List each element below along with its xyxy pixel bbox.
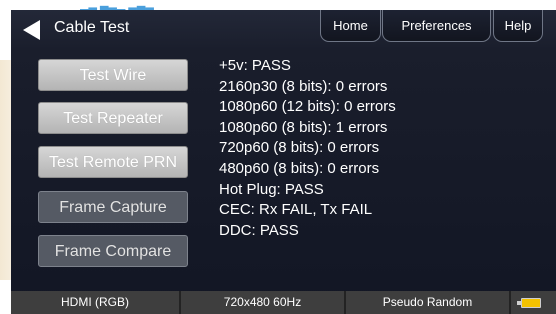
interface-status: HDMI (RGB) <box>11 291 181 314</box>
pattern-status: Pseudo Random <box>346 291 511 314</box>
result-line: DDC: PASS <box>219 221 299 239</box>
resolution-status: 720x480 60Hz <box>181 291 346 314</box>
tab-home[interactable]: Home <box>320 10 381 42</box>
result-line: 1080p60 (12 bits): 0 errors <box>219 98 396 116</box>
result-line: CEC: Rx FAIL, Tx FAIL <box>219 201 373 219</box>
tab-preferences[interactable]: Preferences <box>382 10 491 42</box>
manual-background-text: ▁▂ ▃▂▁ ▂▃▂ <box>80 0 154 10</box>
result-line: 480p60 (8 bits): 0 errors <box>219 159 380 177</box>
result-line: +5v: PASS <box>219 57 291 74</box>
test-repeater-button[interactable]: Test Repeater <box>38 102 188 134</box>
result-line: 1080p60 (8 bits): 1 errors <box>219 118 388 136</box>
title-bar: Cable Test Home Preferences Help <box>11 10 556 50</box>
battery-icon <box>521 298 541 308</box>
result-line: 720p60 (8 bits): 0 errors <box>219 139 380 157</box>
battery-indicator <box>511 291 556 314</box>
test-wire-button[interactable]: Test Wire <box>38 59 188 91</box>
test-results: +5v: PASS 2160p30 (8 bits): 0 errors 108… <box>219 56 539 241</box>
result-line: Hot Plug: PASS <box>219 180 324 198</box>
back-arrow-icon[interactable] <box>21 19 43 41</box>
tab-help[interactable]: Help <box>493 10 543 42</box>
frame-capture-button[interactable]: Frame Capture <box>38 191 188 223</box>
result-line: 2160p30 (8 bits): 0 errors <box>219 77 388 95</box>
status-bar: HDMI (RGB) 720x480 60Hz Pseudo Random <box>11 291 556 314</box>
test-remote-prn-button[interactable]: Test Remote PRN <box>38 146 188 178</box>
page-title: Cable Test <box>54 19 130 36</box>
frame-compare-button[interactable]: Frame Compare <box>38 235 188 267</box>
device-screen: Cable Test Home Preferences Help Test Wi… <box>11 10 556 314</box>
